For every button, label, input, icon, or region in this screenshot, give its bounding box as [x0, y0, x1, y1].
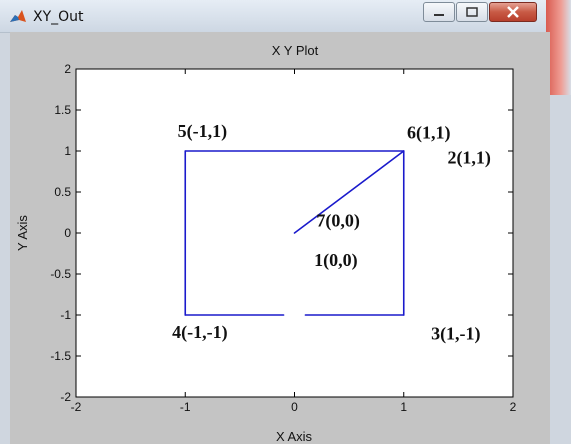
x-tick-label: 2: [510, 400, 517, 414]
window: XY_Out X Y Plot -2 -1 0 1 2 -2 -1.5 -1 -0.5 0 0.5 1…: [0, 0, 571, 444]
y-tick-label: 1.5: [54, 103, 71, 117]
y-tick-label: 0: [64, 226, 71, 240]
x-tick-label: 0: [291, 400, 298, 414]
point-annotation: 5(-1,1): [178, 121, 227, 142]
point-annotation: 3(1,-1): [431, 324, 480, 345]
y-tick-label: -1: [60, 308, 71, 322]
point-annotation: 4(-1,-1): [172, 322, 227, 343]
x-axis-label: X Axis: [276, 429, 313, 444]
y-tick-label: -2: [60, 390, 71, 404]
y-tick-label: -0.5: [50, 267, 71, 281]
y-tick-label: -1.5: [50, 349, 71, 363]
xy-plot: X Y Plot -2 -1 0 1 2 -2 -1.5 -1 -0.5 0 0.5 1 1.5 2 1(…: [15, 43, 517, 444]
x-tick-label: 1: [400, 400, 407, 414]
point-annotation: 7(0,0): [316, 210, 360, 231]
y-tick-label: 0.5: [54, 185, 71, 199]
y-axis-label: Y Axis: [15, 215, 30, 251]
x-tick-label: -2: [71, 400, 82, 414]
plot-title: X Y Plot: [272, 43, 319, 58]
point-annotation: 2(1,1): [447, 147, 491, 168]
point-annotation: 1(0,0): [314, 250, 358, 271]
point-annotation: 6(1,1): [407, 123, 451, 144]
y-tick-label: 2: [64, 62, 71, 76]
x-tick-label: -1: [180, 400, 191, 414]
y-tick-label: 1: [64, 144, 71, 158]
